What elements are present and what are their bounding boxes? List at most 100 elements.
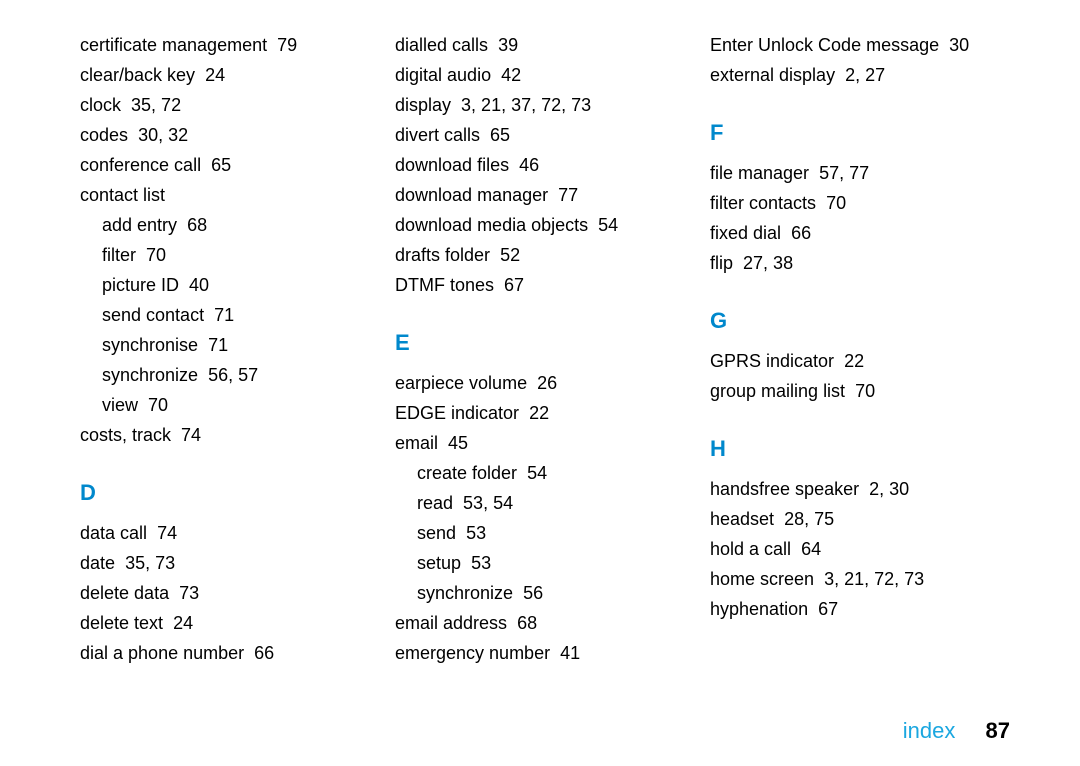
- column-3: Enter Unlock Code message 30external dis…: [710, 30, 1010, 668]
- column-1: certificate management 79clear/back key …: [80, 30, 380, 668]
- index-entry: costs, track 74: [80, 420, 380, 450]
- index-term: download media objects: [395, 215, 588, 235]
- index-term: fixed dial: [710, 223, 781, 243]
- index-term: hold a call: [710, 539, 791, 559]
- index-entry: fixed dial 66: [710, 218, 1010, 248]
- index-group: handsfree speaker 2, 30headset 28, 75hol…: [710, 474, 1010, 624]
- index-term: picture ID: [102, 275, 179, 295]
- index-term: costs, track: [80, 425, 171, 445]
- index-term: group mailing list: [710, 381, 845, 401]
- index-entry: headset 28, 75: [710, 504, 1010, 534]
- index-term: setup: [417, 553, 461, 573]
- index-term: earpiece volume: [395, 373, 527, 393]
- index-entry: home screen 3, 21, 72, 73: [710, 564, 1010, 594]
- index-entry: codes 30, 32: [80, 120, 380, 150]
- index-pages: 35, 72: [131, 95, 181, 115]
- index-term: create folder: [417, 463, 517, 483]
- index-entry: dialled calls 39: [395, 30, 695, 60]
- index-pages: 53, 54: [463, 493, 513, 513]
- index-term: synchronize: [102, 365, 198, 385]
- index-term: delete text: [80, 613, 163, 633]
- index-pages: 56, 57: [208, 365, 258, 385]
- index-entry: add entry 68: [80, 210, 380, 240]
- index-term: GPRS indicator: [710, 351, 834, 371]
- index-pages: 35, 73: [125, 553, 175, 573]
- index-entry: delete data 73: [80, 578, 380, 608]
- index-term: send: [417, 523, 456, 543]
- index-term: drafts folder: [395, 245, 490, 265]
- index-entry: external display 2, 27: [710, 60, 1010, 90]
- index-term: EDGE indicator: [395, 403, 519, 423]
- index-pages: 68: [187, 215, 207, 235]
- index-entry: create folder 54: [395, 458, 695, 488]
- index-heading-g: G: [710, 306, 1010, 336]
- index-heading-d: D: [80, 478, 380, 508]
- index-term: divert calls: [395, 125, 480, 145]
- index-entry: filter contacts 70: [710, 188, 1010, 218]
- index-entry: group mailing list 70: [710, 376, 1010, 406]
- index-entry: file manager 57, 77: [710, 158, 1010, 188]
- index-entry: dial a phone number 66: [80, 638, 380, 668]
- index-pages: 71: [208, 335, 228, 355]
- page-footer: index 87: [903, 718, 1010, 744]
- index-term: headset: [710, 509, 774, 529]
- index-pages: 53: [466, 523, 486, 543]
- index-entry: hold a call 64: [710, 534, 1010, 564]
- index-pages: 28, 75: [784, 509, 834, 529]
- index-term: hyphenation: [710, 599, 808, 619]
- index-pages: 3, 21, 72, 73: [824, 569, 924, 589]
- index-term: download manager: [395, 185, 548, 205]
- index-group: earpiece volume 26EDGE indicator 22email…: [395, 368, 695, 668]
- index-pages: 74: [157, 523, 177, 543]
- index-pages: 30, 32: [138, 125, 188, 145]
- index-group: dialled calls 39digital audio 42display …: [395, 30, 695, 300]
- index-entry: view 70: [80, 390, 380, 420]
- index-entry: Enter Unlock Code message 30: [710, 30, 1010, 60]
- index-term: codes: [80, 125, 128, 145]
- index-pages: 45: [448, 433, 468, 453]
- index-group: GPRS indicator 22 group mailing list 70: [710, 346, 1010, 406]
- index-pages: 30: [949, 35, 969, 55]
- index-entry: synchronize 56: [395, 578, 695, 608]
- index-pages: 65: [211, 155, 231, 175]
- index-pages: 54: [598, 215, 618, 235]
- index-term: add entry: [102, 215, 177, 235]
- index-pages: 53: [471, 553, 491, 573]
- index-term: DTMF tones: [395, 275, 494, 295]
- index-term: handsfree speaker: [710, 479, 859, 499]
- index-pages: 22: [529, 403, 549, 423]
- index-group: data call 74date 35, 73delete data 73del…: [80, 518, 380, 668]
- index-pages: 40: [189, 275, 209, 295]
- page-number: 87: [986, 718, 1010, 743]
- index-term: home screen: [710, 569, 814, 589]
- column-2: dialled calls 39digital audio 42display …: [395, 30, 695, 668]
- index-entry: clock 35, 72: [80, 90, 380, 120]
- index-pages: 66: [254, 643, 274, 663]
- index-term: filter: [102, 245, 136, 265]
- index-pages: 67: [504, 275, 524, 295]
- index-term: emergency number: [395, 643, 550, 663]
- index-pages: 73: [179, 583, 199, 603]
- index-pages: 67: [818, 599, 838, 619]
- index-entry: send contact 71: [80, 300, 380, 330]
- index-term: delete data: [80, 583, 169, 603]
- index-term: synchronize: [417, 583, 513, 603]
- index-entry: digital audio 42: [395, 60, 695, 90]
- index-pages: 74: [181, 425, 201, 445]
- index-entry: emergency number 41: [395, 638, 695, 668]
- index-term: dialled calls: [395, 35, 488, 55]
- index-term: filter contacts: [710, 193, 816, 213]
- index-entry: data call 74: [80, 518, 380, 548]
- index-term: data call: [80, 523, 147, 543]
- index-term: clear/back key: [80, 65, 195, 85]
- index-term: digital audio: [395, 65, 491, 85]
- index-entry: picture ID 40: [80, 270, 380, 300]
- index-pages: 24: [205, 65, 225, 85]
- index-entry: EDGE indicator 22: [395, 398, 695, 428]
- index-pages: 39: [498, 35, 518, 55]
- index-pages: 22: [844, 351, 864, 371]
- index-term: external display: [710, 65, 835, 85]
- index-term: clock: [80, 95, 121, 115]
- index-pages: 70: [146, 245, 166, 265]
- index-term: date: [80, 553, 115, 573]
